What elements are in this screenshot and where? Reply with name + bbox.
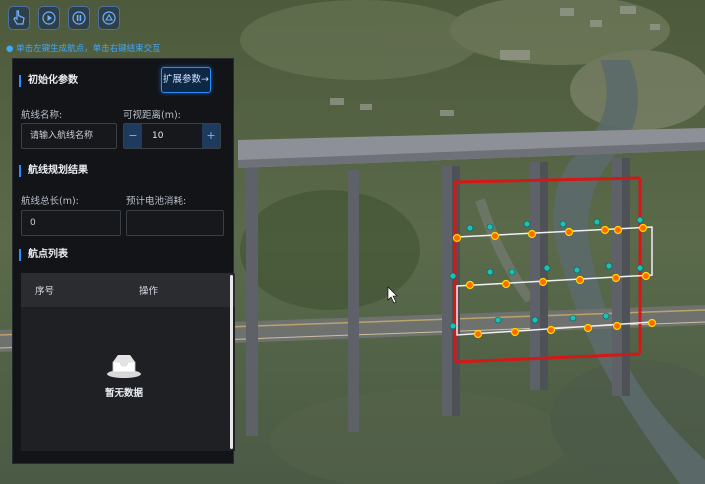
- table-scrollbar[interactable]: [230, 275, 233, 449]
- pause-icon: [72, 11, 86, 25]
- hand-pointer-icon: [13, 10, 25, 25]
- pause-button[interactable]: [68, 6, 90, 30]
- drone-button[interactable]: [98, 6, 120, 30]
- empty-box-icon: [107, 355, 141, 378]
- result-title: 航线规划结果: [19, 165, 88, 177]
- increment-button[interactable]: +: [202, 124, 220, 148]
- play-icon: [42, 11, 56, 25]
- table-header: 序号 操作: [21, 273, 235, 307]
- visible-distance-value[interactable]: 10: [142, 124, 202, 148]
- route-length-label: 航线总长(m):: [21, 196, 79, 207]
- hand-pointer-button[interactable]: [8, 6, 30, 30]
- drone-icon: [102, 11, 116, 25]
- interaction-hint: ● 单击左键生成航点，单击右键结束交互: [6, 44, 161, 54]
- expand-params-button[interactable]: 扩展参数→: [161, 67, 211, 93]
- route-planning-panel: 初始化参数 扩展参数→ 航线名称: 可视距离(m): − 10 + 航线规划结果…: [12, 58, 235, 464]
- init-params-title: 初始化参数: [19, 75, 78, 87]
- route-name-input[interactable]: [21, 123, 117, 149]
- decrement-button[interactable]: −: [124, 124, 142, 148]
- waypoint-list-title: 航点列表: [19, 249, 68, 261]
- route-name-label: 航线名称:: [21, 110, 63, 121]
- visible-distance-stepper: − 10 +: [123, 123, 221, 149]
- visible-distance-label: 可视距离(m):: [123, 110, 181, 121]
- map-toolbar: [8, 6, 120, 30]
- battery-field[interactable]: [126, 210, 224, 236]
- empty-text: 暂无数据: [104, 388, 143, 399]
- play-button[interactable]: [38, 6, 60, 30]
- route-length-field[interactable]: 0: [21, 210, 121, 236]
- column-header-operation: 操作: [139, 286, 159, 297]
- empty-state: 暂无数据: [21, 349, 227, 399]
- waypoint-table: 序号 操作 暂无数据: [21, 273, 235, 451]
- battery-label: 预计电池消耗:: [126, 196, 187, 207]
- column-header-index: 序号: [35, 286, 55, 297]
